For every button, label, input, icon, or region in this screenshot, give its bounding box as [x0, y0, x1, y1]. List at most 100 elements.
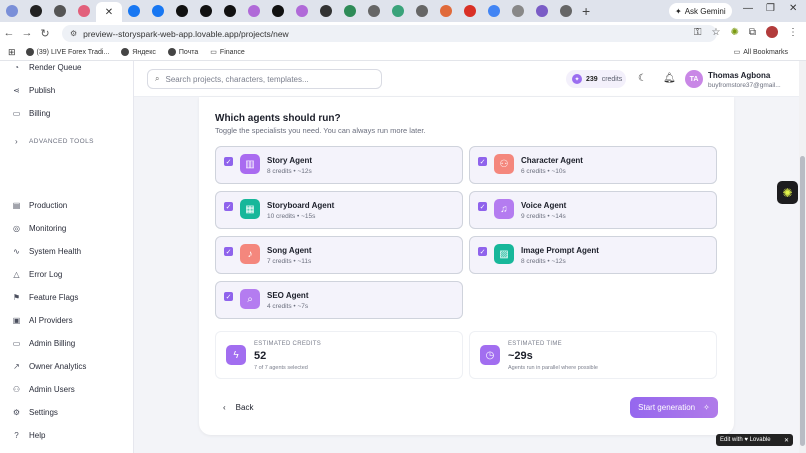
back-label: Back [235, 403, 254, 412]
profile-avatar[interactable] [766, 26, 778, 38]
chevron-left-icon: ‹ [223, 403, 226, 412]
bookmark-forex[interactable]: (39) LIVE Forex Tradi... [25, 48, 109, 56]
github-tab-icon[interactable] [30, 5, 42, 17]
password-key-icon[interactable]: ⚿ [694, 27, 702, 38]
avatar[interactable]: TA [685, 70, 703, 88]
checkbox[interactable]: ✓ [478, 247, 487, 256]
url-field[interactable]: ⚙ preview--storyspark-web-app.lovable.ap… [62, 25, 717, 42]
bookmark-yandex[interactable]: Яндекс [121, 48, 156, 56]
site-info-icon[interactable]: ⚙ [70, 29, 77, 38]
sidebar-item-system-health[interactable]: ∿ System Health [12, 247, 81, 256]
threads-tab-icon[interactable] [224, 5, 236, 17]
sidebar-item-error-log[interactable]: △ Error Log [12, 270, 62, 279]
bookmark-finance[interactable]: ▭ Finance [210, 48, 245, 57]
warning-icon: △ [13, 270, 20, 279]
settings-tab-icon[interactable] [54, 5, 66, 17]
facebook-tab-icon[interactable] [152, 5, 164, 17]
settings-tab-icon[interactable] [416, 5, 428, 17]
credits-label: credits [601, 75, 623, 83]
sidebar-item-settings[interactable]: ⚙ Settings [12, 408, 58, 417]
agent-card-storyboard[interactable]: ✓ ▦ Storyboard Agent 10 credits • ~15s [215, 191, 463, 229]
sidebar-item-billing[interactable]: ▭ Billing [12, 109, 51, 118]
puzzle-icon[interactable]: ⧉ [749, 27, 756, 38]
cpu-icon: ▣ [12, 316, 21, 325]
more-menu-icon[interactable]: ⋮ [788, 27, 798, 38]
all-bookmarks[interactable]: ▭ All Bookmarks [734, 48, 788, 57]
new-tab-icon[interactable]: + [582, 3, 590, 19]
close-icon[interactable]: ✕ [784, 437, 789, 444]
agent-card-voice[interactable]: ✓ ♫ Voice Agent 9 credits • ~14s [469, 191, 717, 229]
bell-icon[interactable]: 🔔︎ [663, 73, 676, 84]
edit-with-lovable-badge[interactable]: Edit with ♥ Lovable ✕ [716, 434, 793, 446]
meta-tab-icon[interactable] [128, 5, 140, 17]
estimated-time-card: ◷ ESTIMATED TIME ~29s Agents run in para… [469, 331, 717, 379]
sidebar-item-production[interactable]: ▤ Production [12, 201, 68, 210]
agent-card-character[interactable]: ✓ ⚇ Character Agent 6 credits • ~10s [469, 146, 717, 184]
stat-value: 52 [254, 350, 267, 362]
checkbox[interactable]: ✓ [224, 292, 233, 301]
settings-tab-icon[interactable] [560, 5, 572, 17]
chatgpt-tab-icon[interactable] [296, 5, 308, 17]
minimize-icon[interactable]: — [743, 3, 753, 14]
moon-icon[interactable]: ☾ [638, 73, 647, 84]
agent-card-song[interactable]: ✓ ♪ Song Agent 7 credits • ~11s [215, 236, 463, 274]
gmail-tab-icon[interactable] [464, 5, 476, 17]
sidebar-item-help[interactable]: ? Help [12, 431, 45, 440]
close-window-icon[interactable]: ✕ [789, 3, 797, 14]
bookmark-pochta[interactable]: Почта [167, 48, 198, 56]
apps-grid-icon[interactable]: ⊞ [8, 47, 16, 58]
credits-badge[interactable]: ✦ 239 credits [566, 70, 626, 88]
agent-meta: 10 credits • ~15s [267, 213, 316, 220]
scroll-thumb[interactable] [800, 156, 805, 446]
chatgpt-tab-icon[interactable] [248, 5, 260, 17]
agent-card-seo[interactable]: ✓ ⌕ SEO Agent 4 credits • ~7s [215, 281, 463, 319]
sidebar-item-render-queue[interactable]: ◔ Render Queue [12, 63, 81, 72]
sidebar-item-admin-users[interactable]: ⚇ Admin Users [12, 385, 75, 394]
advanced-tools-toggle[interactable]: › ADVANCED TOOLS [12, 137, 94, 146]
threads-tab-icon[interactable] [272, 5, 284, 17]
back-nav-icon[interactable]: ← [0, 27, 18, 39]
extension-icon[interactable]: ✺ [730, 27, 738, 38]
threads-tab-icon[interactable] [200, 5, 212, 17]
checkbox[interactable]: ✓ [478, 157, 487, 166]
threads-tab-icon[interactable] [176, 5, 188, 17]
settings-tab-icon[interactable] [368, 5, 380, 17]
sidebar-item-feature-flags[interactable]: ⚑ Feature Flags [12, 293, 78, 302]
sidebar-item-label: Owner Analytics [29, 362, 87, 371]
back-button[interactable]: ‹ Back [223, 403, 253, 412]
checkbox[interactable]: ✓ [224, 247, 233, 256]
sparkle-icon: ✦ [675, 6, 682, 16]
maximize-icon[interactable]: ❐ [766, 3, 775, 14]
url-text: preview--storyspark-web-app.lovable.app/… [83, 28, 289, 39]
agent-card-story[interactable]: ✓ ▥ Story Agent 8 credits • ~12s [215, 146, 463, 184]
sidebar-item-owner-analytics[interactable]: ↗ Owner Analytics [12, 362, 86, 371]
extension-floating-icon[interactable]: ✺ [777, 181, 798, 204]
ask-gemini-button[interactable]: ✦ Ask Gemini [669, 3, 732, 19]
star-icon[interactable]: ☆ [712, 27, 721, 38]
brand-tab-icon[interactable] [440, 5, 452, 17]
chrome-tab-icon[interactable] [488, 5, 500, 17]
checkbox[interactable]: ✓ [478, 202, 487, 211]
active-tab-close-icon[interactable]: ✕ [96, 2, 122, 22]
sidebar-item-publish[interactable]: ⋖ Publish [12, 86, 55, 95]
settings-tab-icon[interactable] [6, 5, 18, 17]
checkbox[interactable]: ✓ [224, 157, 233, 166]
scrollbar[interactable] [799, 61, 806, 453]
sidebar-item-monitoring[interactable]: ◎ Monitoring [12, 224, 66, 233]
sidebar-item-ai-providers[interactable]: ▣ AI Providers [12, 316, 73, 325]
agent-card-image-prompt[interactable]: ✓ ▨ Image Prompt Agent 8 credits • ~12s [469, 236, 717, 274]
openai-tab-icon[interactable] [392, 5, 404, 17]
search-input[interactable]: ⌕ Search projects, characters, templates… [147, 69, 382, 89]
chatgpt-tab-icon[interactable] [536, 5, 548, 17]
forward-nav-icon[interactable]: → [18, 27, 36, 39]
checkbox[interactable]: ✓ [224, 202, 233, 211]
openai-tab-icon[interactable] [512, 5, 524, 17]
sidebar-item-label: Publish [29, 86, 56, 95]
arrow-tab-icon[interactable] [344, 5, 356, 17]
sidebar-item-admin-billing[interactable]: ▭ Admin Billing [12, 339, 76, 348]
lovable-tab-icon[interactable] [78, 5, 90, 17]
reload-icon[interactable]: ↻ [36, 27, 54, 40]
openai-tab-icon[interactable] [320, 5, 332, 17]
sidebar: ◔ Render Queue ⋖ Publish ▭ Billing › ADV… [0, 61, 134, 453]
start-generation-button[interactable]: Start generation ✧ [630, 397, 718, 418]
